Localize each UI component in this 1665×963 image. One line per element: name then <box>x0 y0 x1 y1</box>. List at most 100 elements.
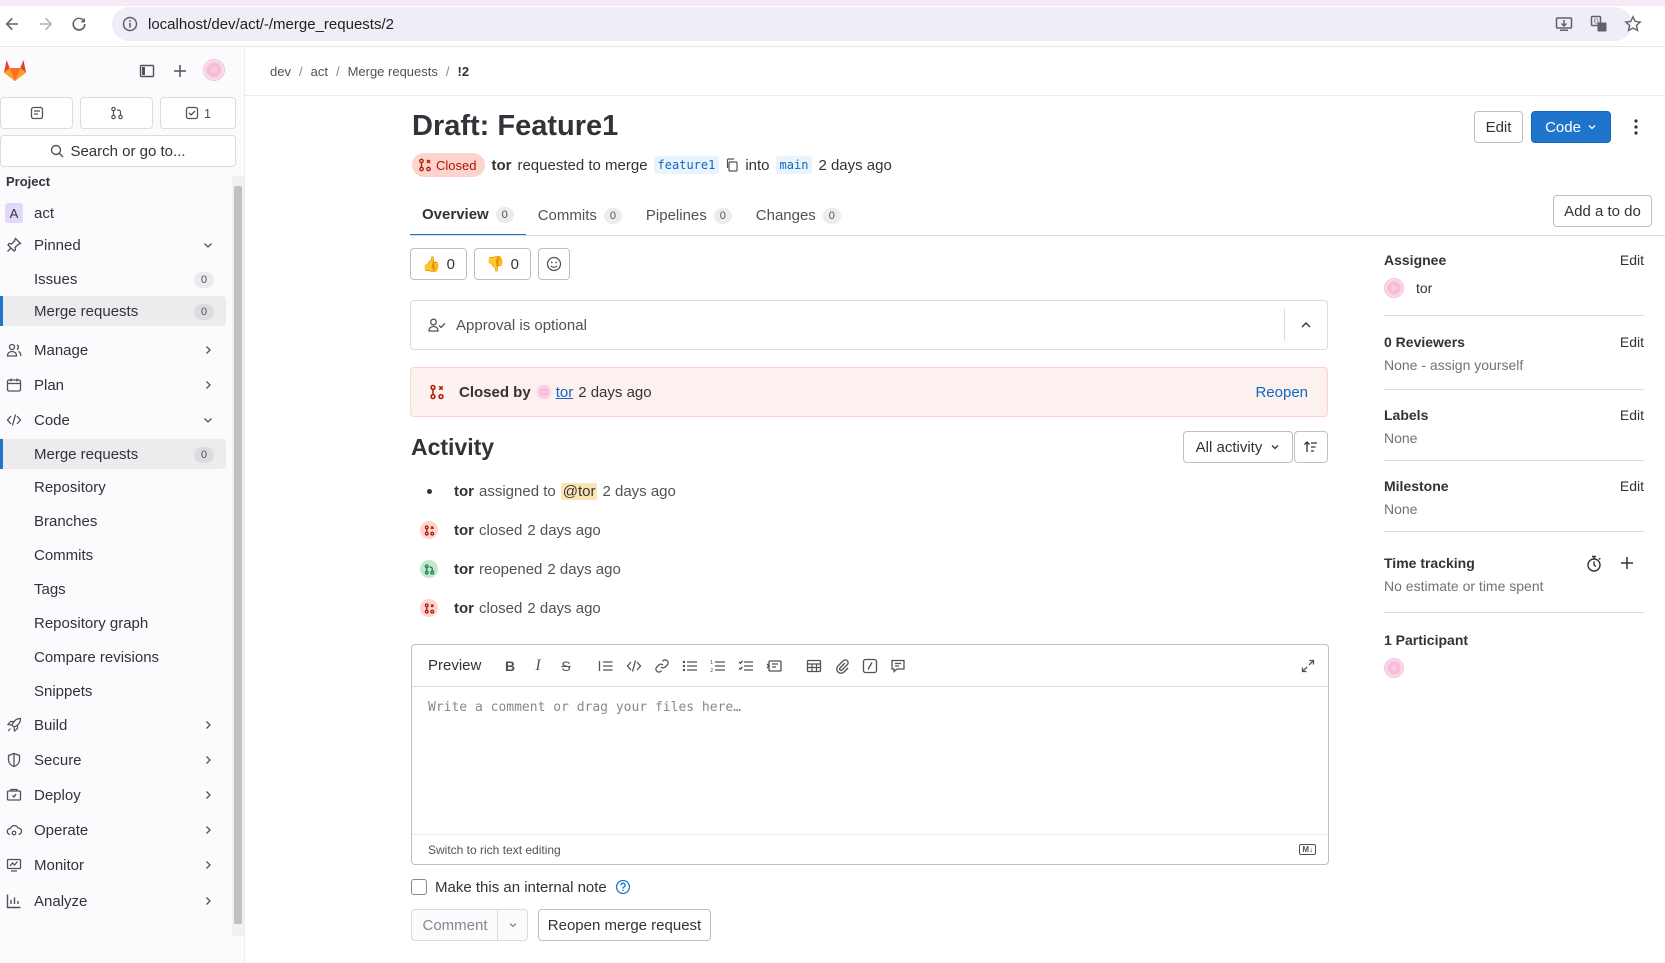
address-bar[interactable]: localhost/dev/act/-/merge_requests/2 <box>112 7 1632 41</box>
sidebar-item-manage[interactable]: Manage <box>0 335 226 365</box>
add-todo-button[interactable]: Add a to do <box>1553 195 1652 227</box>
activity-user[interactable]: tor <box>454 600 474 617</box>
italic-icon[interactable]: I <box>530 657 546 674</box>
sidebar-item-branches[interactable]: Branches <box>0 506 226 536</box>
sidebar-toggle-icon[interactable] <box>139 63 155 79</box>
breadcrumb-item[interactable]: act <box>311 64 328 79</box>
edit-button[interactable]: Edit <box>1474 111 1523 143</box>
comment-type-dropdown[interactable] <box>497 909 528 941</box>
milestone-edit-button[interactable]: Edit <box>1620 478 1644 494</box>
assignee-name[interactable]: tor <box>1416 280 1432 296</box>
more-actions-icon[interactable] <box>1628 118 1644 136</box>
assignee-edit-button[interactable]: Edit <box>1620 252 1644 268</box>
sidebar-item-commits[interactable]: Commits <box>0 540 226 570</box>
internal-note-checkbox[interactable] <box>411 879 427 895</box>
table-icon[interactable] <box>806 658 822 674</box>
source-branch[interactable]: feature1 <box>653 156 720 174</box>
author-name[interactable]: tor <box>491 157 511 174</box>
copy-icon[interactable] <box>725 158 739 172</box>
preview-tab[interactable]: Preview <box>428 657 481 674</box>
site-info-icon[interactable] <box>122 16 138 32</box>
labels-edit-button[interactable]: Edit <box>1620 407 1644 423</box>
sidebar-item-operate[interactable]: Operate <box>0 815 226 845</box>
fullscreen-icon[interactable] <box>1300 658 1316 674</box>
sidebar-item-repository-graph[interactable]: Repository graph <box>0 608 226 638</box>
bookmark-star-icon[interactable] <box>1623 14 1643 34</box>
closed-by-user-link[interactable]: tor <box>556 384 574 401</box>
tab-commits[interactable]: Commits 0 <box>526 195 634 236</box>
activity-user[interactable]: tor <box>454 483 474 500</box>
user-avatar[interactable] <box>203 59 225 81</box>
reviewers-value[interactable]: None - assign yourself <box>1384 357 1523 373</box>
gitlab-logo-icon[interactable] <box>2 57 28 83</box>
comment-textarea-placeholder[interactable]: Write a comment or drag your files here… <box>428 700 741 715</box>
sort-direction-button[interactable] <box>1294 431 1328 463</box>
reload-icon[interactable] <box>69 14 89 34</box>
tab-changes[interactable]: Changes 0 <box>744 195 853 236</box>
breadcrumb-current[interactable]: !2 <box>458 64 470 79</box>
sidebar-scrollbar[interactable] <box>232 176 244 936</box>
link-icon[interactable] <box>654 658 670 674</box>
bulleted-list-icon[interactable] <box>682 658 698 674</box>
participant-avatar[interactable] <box>1384 658 1404 678</box>
thumbsdown-button[interactable]: 👎 0 <box>474 248 531 280</box>
code-icon[interactable] <box>626 658 642 674</box>
sidebar-item-compare-revisions[interactable]: Compare revisions <box>0 642 226 672</box>
sidebar-item-issues[interactable]: Issues 0 <box>0 264 226 294</box>
tab-overview[interactable]: Overview 0 <box>410 195 526 236</box>
bold-icon[interactable]: B <box>502 658 518 674</box>
quote-icon[interactable] <box>598 658 614 674</box>
activity-user[interactable]: tor <box>454 561 474 578</box>
task-list-icon[interactable] <box>738 658 754 674</box>
chevron-up-icon[interactable] <box>1299 318 1313 332</box>
quick-actions-icon[interactable] <box>862 658 878 674</box>
todos-count-button[interactable]: 1 <box>160 97 236 129</box>
avatar[interactable] <box>1384 278 1404 298</box>
sidebar-item-pinned[interactable]: Pinned <box>0 230 226 260</box>
install-app-icon[interactable] <box>1554 14 1574 34</box>
sidebar-item-analyze[interactable]: Analyze <box>0 886 226 916</box>
numbered-list-icon[interactable]: 12 <box>710 658 726 674</box>
translate-icon[interactable]: G <box>1589 14 1609 34</box>
plus-icon[interactable] <box>1620 556 1634 570</box>
thumbsup-button[interactable]: 👍 0 <box>410 248 467 280</box>
reopen-link[interactable]: Reopen <box>1255 384 1308 401</box>
issues-count-button[interactable] <box>0 97 73 129</box>
forward-icon[interactable] <box>36 14 56 34</box>
sidebar-item-deploy[interactable]: Deploy <box>0 780 226 810</box>
comment-icon[interactable] <box>890 658 906 674</box>
sidebar-item-build[interactable]: Build <box>0 710 226 740</box>
sidebar-item-merge-requests[interactable]: Merge requests 0 <box>0 439 226 469</box>
breadcrumb-item[interactable]: dev <box>270 64 291 79</box>
activity-user[interactable]: tor <box>454 522 474 539</box>
sidebar-item-monitor[interactable]: Monitor <box>0 850 226 880</box>
sidebar-item-code[interactable]: Code <box>0 405 226 435</box>
comment-button[interactable]: Comment <box>411 909 499 941</box>
internal-note-label[interactable]: Make this an internal note <box>435 879 607 896</box>
tab-pipelines[interactable]: Pipelines 0 <box>634 195 744 236</box>
target-branch[interactable]: main <box>775 156 813 174</box>
sidebar-item-merge-requests-pinned[interactable]: Merge requests 0 <box>0 296 226 326</box>
sidebar-item-plan[interactable]: Plan <box>0 370 226 400</box>
search-button[interactable]: Search or go to... <box>0 135 236 167</box>
user-mention[interactable]: @tor <box>560 482 598 500</box>
merge-requests-count-button[interactable] <box>80 97 153 129</box>
scrollbar-thumb[interactable] <box>234 186 242 924</box>
stopwatch-icon[interactable] <box>1586 555 1602 573</box>
sidebar-item-project[interactable]: A act <box>0 198 226 228</box>
collapsible-section-icon[interactable] <box>766 658 782 674</box>
breadcrumb-item[interactable]: Merge requests <box>348 64 438 79</box>
reopen-merge-request-button[interactable]: Reopen merge request <box>538 909 711 941</box>
activity-filter-dropdown[interactable]: All activity <box>1183 431 1293 463</box>
sidebar-item-snippets[interactable]: Snippets <box>0 676 226 706</box>
add-reaction-button[interactable] <box>538 248 570 280</box>
code-dropdown-button[interactable]: Code <box>1531 111 1611 143</box>
plus-icon[interactable] <box>172 63 188 79</box>
reviewers-edit-button[interactable]: Edit <box>1620 334 1644 350</box>
back-icon[interactable] <box>2 14 22 34</box>
question-icon[interactable] <box>615 879 631 895</box>
switch-rich-text-link[interactable]: Switch to rich text editing <box>428 843 561 857</box>
sidebar-item-tags[interactable]: Tags <box>0 574 226 604</box>
strikethrough-icon[interactable]: S <box>558 658 574 674</box>
markdown-icon[interactable]: M↓ <box>1299 844 1316 855</box>
